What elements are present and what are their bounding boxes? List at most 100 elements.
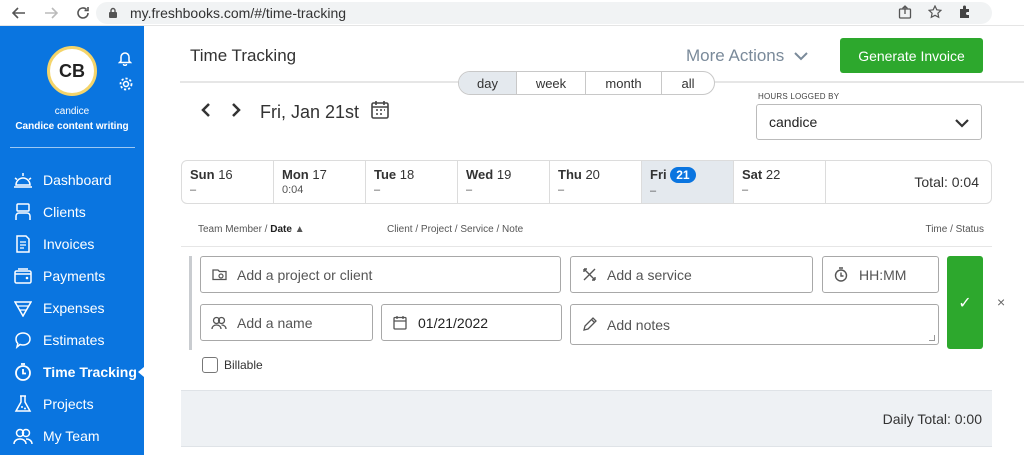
sidebar-item-dashboard[interactable]: Dashboard bbox=[0, 164, 144, 196]
calendar-icon[interactable] bbox=[371, 100, 389, 124]
tab-day[interactable]: day bbox=[459, 72, 517, 94]
service-input[interactable]: Add a service bbox=[570, 256, 813, 293]
time-tracking-icon bbox=[12, 362, 34, 382]
billable-checkbox-row[interactable]: Billable bbox=[202, 357, 263, 373]
expenses-icon bbox=[12, 298, 34, 318]
period-selector: day week month all bbox=[458, 71, 715, 95]
calendar-icon bbox=[392, 315, 408, 331]
column-time-status: Time / Status bbox=[925, 224, 984, 235]
next-day-icon[interactable] bbox=[226, 101, 246, 124]
day-name: Thu bbox=[558, 167, 582, 182]
week-strip: Sun 16 – Mon 17 0:04 Tue 18 – Wed 19 – T… bbox=[181, 160, 992, 204]
projects-icon bbox=[12, 394, 34, 414]
back-icon[interactable] bbox=[6, 0, 32, 26]
sidebar-item-my-team[interactable]: My Team bbox=[0, 420, 144, 452]
lock-icon bbox=[106, 6, 120, 20]
sidebar-item-clients[interactable]: Clients bbox=[0, 196, 144, 228]
day-hours: – bbox=[374, 184, 381, 196]
day-fri[interactable]: Fri 21 – bbox=[642, 161, 734, 203]
day-number: 22 bbox=[765, 167, 781, 182]
address-bar[interactable]: my.freshbooks.com/#/time-tracking bbox=[96, 2, 992, 24]
sidebar-item-projects[interactable]: Projects bbox=[0, 388, 144, 420]
url-text: my.freshbooks.com/#/time-tracking bbox=[130, 5, 347, 21]
daily-total-bar: Daily Total: 0:00 bbox=[181, 390, 992, 446]
day-name: Sat bbox=[742, 167, 763, 182]
sidebar-item-label: Expenses bbox=[43, 300, 105, 316]
folder-search-icon bbox=[211, 267, 227, 283]
bottom-divider bbox=[181, 446, 992, 447]
day-sun[interactable]: Sun 16 – bbox=[182, 161, 274, 203]
sidebar-item-label: Dashboard bbox=[43, 172, 112, 188]
hours-logged-by-label: HOURS LOGGED BY bbox=[758, 92, 840, 101]
hours-logged-by-select[interactable]: candice bbox=[756, 104, 982, 140]
service-placeholder: Add a service bbox=[607, 266, 692, 283]
more-actions-dropdown[interactable]: More Actions bbox=[686, 46, 808, 66]
reload-icon[interactable] bbox=[70, 0, 96, 26]
previous-day-icon[interactable] bbox=[196, 101, 216, 124]
sidebar-item-time-tracking[interactable]: Time Tracking bbox=[0, 356, 144, 388]
time-placeholder: HH:MM bbox=[859, 266, 907, 283]
day-mon[interactable]: Mon 17 0:04 bbox=[274, 161, 366, 203]
invoices-icon bbox=[12, 234, 34, 254]
tools-icon bbox=[581, 267, 597, 283]
resize-handle-icon[interactable] bbox=[929, 335, 935, 341]
billable-checkbox[interactable] bbox=[202, 357, 218, 373]
day-name: Sun bbox=[190, 167, 215, 182]
payments-icon bbox=[12, 266, 34, 286]
share-icon[interactable] bbox=[898, 4, 912, 22]
forward-icon[interactable] bbox=[38, 0, 64, 26]
sidebar-item-payments[interactable]: Payments bbox=[0, 260, 144, 292]
generate-invoice-button[interactable]: Generate Invoice bbox=[840, 38, 983, 73]
sidebar-item-invoices[interactable]: Invoices bbox=[0, 228, 144, 260]
close-icon[interactable]: × bbox=[997, 294, 1005, 310]
notes-textarea[interactable]: Add notes bbox=[570, 304, 939, 345]
more-actions-label: More Actions bbox=[686, 46, 785, 65]
time-input[interactable]: HH:MM bbox=[822, 256, 939, 293]
team-member-input[interactable]: Add a name bbox=[200, 304, 373, 341]
day-thu[interactable]: Thu 20 – bbox=[550, 161, 642, 203]
extensions-icon[interactable] bbox=[958, 4, 973, 23]
chevron-down-icon bbox=[955, 115, 969, 131]
day-tue[interactable]: Tue 18 – bbox=[366, 161, 458, 203]
column-client-project: Client / Project / Service / Note bbox=[387, 224, 524, 235]
day-name: Wed bbox=[466, 167, 494, 182]
sidebar-item-estimates[interactable]: Estimates bbox=[0, 324, 144, 356]
company-name: Candice content writing bbox=[15, 121, 129, 132]
project-client-input[interactable]: Add a project or client bbox=[200, 256, 561, 293]
tab-all[interactable]: all bbox=[662, 72, 714, 94]
column-member-label: Team Member / bbox=[198, 224, 268, 235]
estimates-icon bbox=[12, 330, 34, 350]
sort-up-icon: ▲ bbox=[294, 224, 305, 235]
sidebar-item-expenses[interactable]: Expenses bbox=[0, 292, 144, 324]
project-placeholder: Add a project or client bbox=[237, 266, 373, 283]
sidebar-menu: Dashboard Clients Invoices Payments Expe… bbox=[0, 164, 144, 452]
sidebar-divider bbox=[10, 147, 135, 148]
sidebar-item-label: My Team bbox=[43, 428, 100, 444]
day-hours: 0:04 bbox=[282, 184, 304, 196]
avatar[interactable]: CB bbox=[47, 46, 97, 96]
day-sat[interactable]: Sat 22 – bbox=[734, 161, 826, 203]
day-wed[interactable]: Wed 19 – bbox=[458, 161, 550, 203]
gear-icon[interactable] bbox=[118, 76, 134, 97]
sidebar-item-label: Payments bbox=[43, 268, 106, 284]
chevron-down-icon bbox=[794, 46, 808, 66]
save-entry-button[interactable]: ✓ bbox=[947, 256, 983, 349]
week-total: Total: 0:04 bbox=[914, 174, 979, 190]
day-number: 16 bbox=[218, 167, 233, 182]
date-input[interactable]: 01/21/2022 bbox=[381, 304, 562, 341]
bookmark-star-icon[interactable] bbox=[927, 4, 943, 22]
tab-month[interactable]: month bbox=[586, 72, 662, 94]
page-title: Time Tracking bbox=[190, 46, 297, 65]
people-icon bbox=[211, 315, 227, 331]
tab-week[interactable]: week bbox=[517, 72, 586, 94]
day-name: Fri bbox=[650, 167, 667, 182]
sidebar-item-label: Invoices bbox=[43, 236, 95, 252]
main-content: Time Tracking More Actions Generate Invo… bbox=[144, 26, 1024, 455]
checkmark-icon: ✓ bbox=[958, 294, 972, 312]
pencil-icon bbox=[581, 317, 597, 333]
header-row-divider bbox=[181, 246, 992, 247]
bell-icon[interactable] bbox=[117, 50, 133, 71]
column-date-label: Date bbox=[270, 224, 292, 235]
column-member-date[interactable]: Team Member / Date ▲ bbox=[198, 224, 305, 235]
sidebar-item-label: Clients bbox=[43, 204, 86, 220]
